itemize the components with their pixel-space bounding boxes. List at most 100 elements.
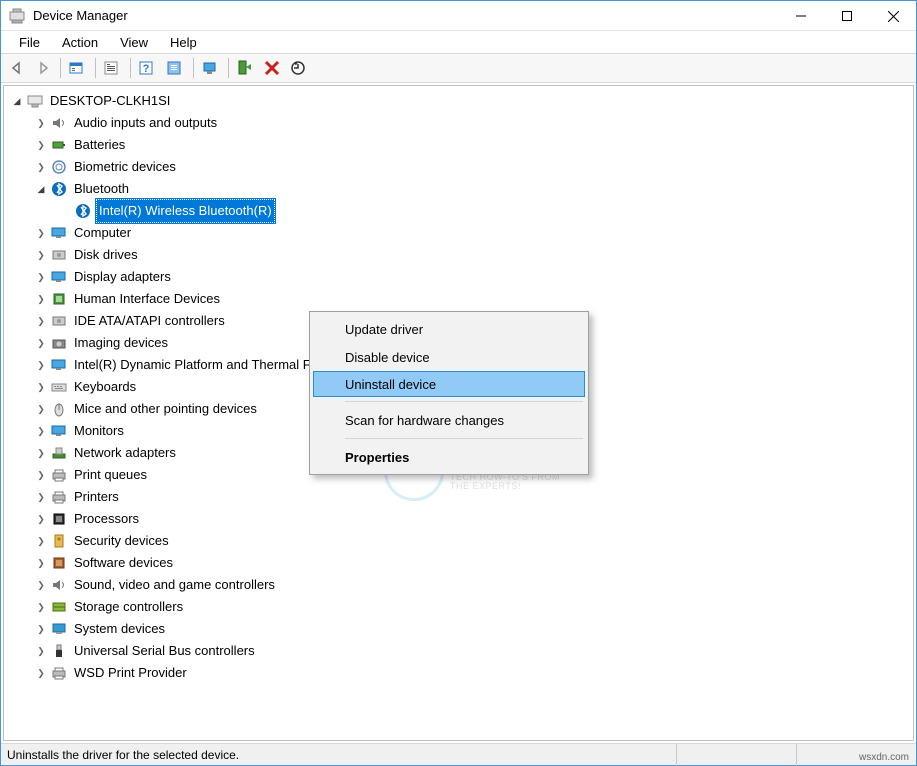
tree-item[interactable]: ❯Human Interface Devices [4,288,913,310]
tree-item-label: Computer [72,222,133,244]
context-menu-item[interactable]: Properties [313,443,585,471]
context-menu-item[interactable]: Update driver [313,315,585,343]
printer-icon [50,466,68,484]
tree-item-label: Biometric devices [72,156,178,178]
chevron-right-icon[interactable]: ❯ [34,600,48,614]
minimize-button[interactable] [778,1,824,31]
chevron-right-icon[interactable]: ❯ [34,226,48,240]
chevron-right-icon[interactable]: ❯ [34,138,48,152]
attribution: wsxdn.com [859,752,909,763]
toolbar-separator [60,58,61,78]
chevron-right-icon[interactable]: ❯ [34,556,48,570]
toolbar-separator [193,58,194,78]
monitor-icon [50,422,68,440]
tree-item[interactable]: ❯ Display adapters [4,266,913,288]
window-title: Device Manager [33,8,778,23]
tree-item-label: Print queues [72,464,149,486]
battery-icon [50,136,68,154]
status-cell [676,744,796,766]
tree-item-label: Storage controllers [72,596,185,618]
tree-item-label: Printers [72,486,121,508]
tree-item-selected[interactable]: Intel(R) Wireless Bluetooth(R) [4,200,913,222]
printer-icon [50,664,68,682]
chevron-right-icon[interactable]: ❯ [34,160,48,174]
properties-button[interactable] [99,56,125,80]
system-icon [50,620,68,638]
bluetooth-icon [50,180,68,198]
tree-item[interactable]: ❯Sound, video and game controllers [4,574,913,596]
tree-item[interactable]: ❯ Storage controllers [4,596,913,618]
tree-item[interactable]: ❯Security devices [4,530,913,552]
chevron-right-icon[interactable]: ❯ [34,358,48,372]
enable-device-button[interactable] [232,56,258,80]
chevron-right-icon[interactable]: ❯ [34,314,48,328]
toolbar-separator [228,58,229,78]
tree-item[interactable]: ❯ Printers [4,486,913,508]
chevron-right-icon[interactable]: ❯ [34,622,48,636]
chevron-down-icon[interactable]: ◢ [34,182,48,196]
window-controls [778,1,916,30]
maximize-button[interactable] [824,1,870,31]
context-menu-item[interactable]: Scan for hardware changes [313,406,585,434]
tree-item-label: Batteries [72,134,127,156]
tree-item[interactable]: ❯Audio inputs and outputs [4,112,913,134]
camera-icon [50,334,68,352]
tree-item-label: Monitors [72,420,126,442]
toolbar-separator [130,58,131,78]
tree-item[interactable]: ❯ Computer [4,222,913,244]
scan-hardware-button[interactable] [286,56,310,80]
tree-item[interactable]: ❯WSD Print Provider [4,662,913,684]
menu-file[interactable]: File [9,33,50,52]
tree-item[interactable]: ❯Universal Serial Bus controllers [4,640,913,662]
context-menu-item[interactable]: Uninstall device [313,371,585,397]
mouse-icon [50,400,68,418]
tree-item[interactable]: ❯ Biometric devices [4,156,913,178]
context-menu-item[interactable]: Disable device [313,343,585,371]
chevron-right-icon[interactable]: ❯ [34,292,48,306]
menu-view[interactable]: View [110,33,158,52]
tree-root[interactable]: ◢DESKTOP-CLKH1SI [4,90,913,112]
chevron-right-icon[interactable]: ❯ [34,402,48,416]
tree-item-label: Display adapters [72,266,173,288]
chevron-right-icon[interactable]: ❯ [34,644,48,658]
chevron-right-icon[interactable]: ❯ [34,468,48,482]
tree-item[interactable]: ❯ Disk drives [4,244,913,266]
tree-item[interactable]: ◢Bluetooth [4,178,913,200]
device-properties-button[interactable] [162,56,188,80]
cpu-icon [50,510,68,528]
menu-help[interactable]: Help [160,33,207,52]
chevron-down-icon[interactable]: ◢ [10,94,24,108]
chevron-right-icon[interactable]: ❯ [34,512,48,526]
chevron-right-icon[interactable]: ❯ [34,116,48,130]
update-driver-button[interactable] [197,56,223,80]
tree-item[interactable]: ❯ Batteries [4,134,913,156]
close-button[interactable] [870,1,916,31]
chevron-right-icon[interactable]: ❯ [34,270,48,284]
chevron-right-icon[interactable]: ❯ [34,424,48,438]
uninstall-device-button[interactable] [260,56,284,80]
tree-item-label: Disk drives [72,244,140,266]
app-icon [9,8,25,24]
chevron-right-icon[interactable]: ❯ [34,248,48,262]
tree-item-label: Processors [72,508,141,530]
chevron-right-icon[interactable]: ❯ [34,490,48,504]
chevron-right-icon[interactable]: ❯ [34,336,48,350]
chevron-right-icon[interactable]: ❯ [34,446,48,460]
show-hidden-button[interactable] [64,56,90,80]
svg-text:?: ? [143,63,150,75]
chevron-right-icon[interactable]: ❯ [34,666,48,680]
chevron-right-icon[interactable]: ❯ [34,380,48,394]
tree-item[interactable]: ❯System devices [4,618,913,640]
help-button[interactable]: ? [134,56,160,80]
forward-button[interactable] [31,56,55,80]
tree-item[interactable]: ❯Software devices [4,552,913,574]
speaker-icon [50,576,68,594]
tree-item[interactable]: ❯ Processors [4,508,913,530]
menu-action[interactable]: Action [52,33,108,52]
context-menu-separator [345,401,583,402]
back-button[interactable] [5,56,29,80]
usb-icon [50,642,68,660]
chevron-right-icon[interactable]: ❯ [34,534,48,548]
chevron-right-icon[interactable]: ❯ [34,578,48,592]
tree-item-label: Mice and other pointing devices [72,398,259,420]
